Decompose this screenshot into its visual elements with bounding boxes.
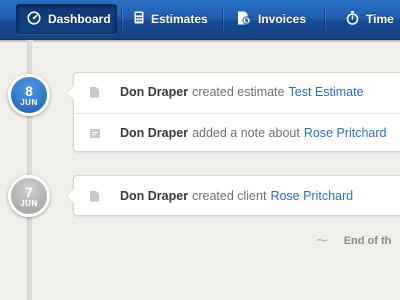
- activity-actor: Don Draper: [120, 126, 189, 140]
- tab-time[interactable]: Time: [346, 4, 394, 34]
- dashboard-icon: [27, 10, 41, 28]
- top-navigation-bar: Dashboard Estimates $ Invoices Time: [0, 0, 400, 40]
- activity-entry: Don Draper created estimate Test Estimat…: [74, 73, 400, 111]
- document-icon-wrapper: [90, 190, 120, 202]
- activity-actor: Don Draper: [120, 85, 189, 99]
- calculator-icon: [134, 11, 144, 27]
- svg-text:$: $: [245, 18, 249, 24]
- tab-time-label: Time: [366, 12, 394, 26]
- note-icon: [90, 128, 100, 138]
- activity-entry: Don Draper created client Rose Pritchard: [74, 177, 400, 215]
- activity-target-link[interactable]: Rose Pritchard: [270, 189, 353, 203]
- activity-verb: created client: [192, 189, 267, 203]
- nav-separator: [222, 8, 224, 30]
- activity-target-link[interactable]: Rose Pritchard: [304, 126, 387, 140]
- tab-estimates-label: Estimates: [151, 12, 208, 26]
- activity-card: Don Draper created estimate Test Estimat…: [66, 72, 400, 152]
- date-month: JUN: [20, 97, 38, 107]
- tab-dashboard[interactable]: Dashboard: [16, 4, 117, 34]
- date-month: JUN: [20, 198, 38, 208]
- date-badge: 8 JUN: [8, 74, 50, 116]
- timeline-end-marker: ~ End of th: [316, 230, 392, 252]
- tab-invoices-label: Invoices: [258, 12, 307, 26]
- card-pointer: [66, 85, 74, 101]
- date-day: 8: [25, 82, 33, 99]
- stopwatch-icon: [346, 10, 359, 28]
- card-pointer: [66, 188, 74, 204]
- nav-separator: [324, 8, 326, 30]
- activity-entry: Don Draper added a note about Rose Pritc…: [74, 114, 400, 152]
- document-icon: [90, 86, 99, 98]
- date-day: 7: [25, 183, 33, 200]
- tab-estimates[interactable]: Estimates: [134, 4, 208, 34]
- tab-dashboard-label: Dashboard: [48, 12, 111, 26]
- timeline-end-label: End of th: [343, 235, 392, 247]
- nav-separator: [121, 8, 123, 30]
- document-icon-wrapper: [90, 86, 120, 98]
- document-icon: [90, 190, 99, 202]
- activity-target-link[interactable]: Test Estimate: [289, 85, 364, 99]
- invoice-icon: $: [237, 11, 251, 28]
- activity-verb: created estimate: [192, 85, 285, 99]
- activity-actor: Don Draper: [120, 189, 189, 203]
- date-badge: 7 JUN: [8, 175, 50, 217]
- tab-invoices[interactable]: $ Invoices: [237, 4, 306, 34]
- activity-card: Don Draper created client Rose Pritchard: [66, 175, 400, 216]
- tilde-icon: ~: [316, 230, 328, 252]
- note-icon-wrapper: [90, 128, 120, 138]
- activity-verb: added a note about: [192, 126, 300, 140]
